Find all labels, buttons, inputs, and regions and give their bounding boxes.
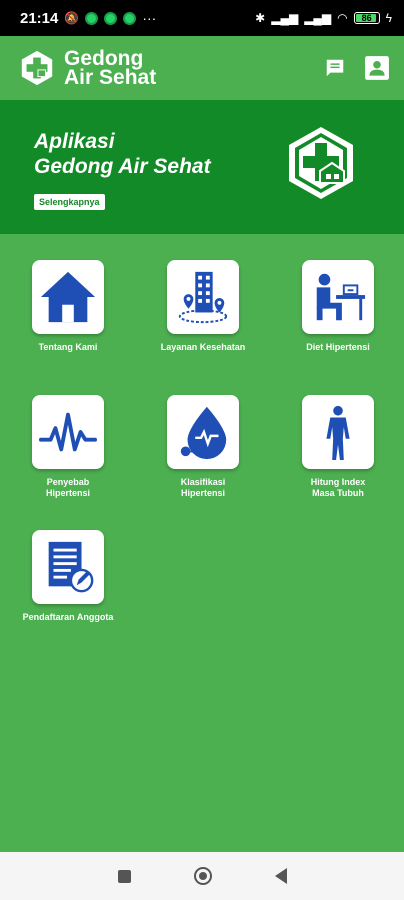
menu-tile[interactable]: [167, 260, 239, 334]
chat-icon[interactable]: [322, 55, 348, 81]
menu-label: Diet Hipertensi: [306, 342, 370, 352]
system-navigation-bar: [0, 852, 404, 900]
menu-tile[interactable]: [302, 260, 374, 334]
signal-icon: ▂▄▆: [271, 11, 299, 25]
bluetooth-icon: ✱: [255, 11, 266, 25]
menu-item-diet-hipertensi[interactable]: Diet Hipertensi: [283, 260, 393, 353]
menu-item-layanan-kesehatan[interactable]: Layanan Kesehatan: [148, 260, 258, 353]
registration-form-icon: [48, 541, 94, 593]
menu-tile[interactable]: [302, 395, 374, 469]
whatsapp-notification-icon: [85, 11, 99, 25]
wifi-icon: ◠: [337, 11, 348, 25]
more-notifications-icon: ···: [142, 10, 157, 26]
menu-item-tentang-kami[interactable]: Tentang Kami: [13, 260, 123, 353]
charging-icon: ϟ: [385, 11, 392, 25]
menu-item-pendaftaran-anggota[interactable]: Pendaftaran Anggota: [13, 530, 123, 623]
menu-tile[interactable]: [32, 260, 104, 334]
app-logo-icon: [21, 50, 53, 86]
heartbeat-icon: [39, 412, 97, 452]
recent-apps-icon[interactable]: [117, 869, 131, 883]
app-bar: Gedong Air Sehat: [0, 36, 404, 100]
menu-label: Pendaftaran Anggota: [22, 612, 114, 622]
menu-label: Klasifikasi Hipertensi: [180, 477, 226, 498]
home-icon: [40, 271, 96, 323]
mute-alarm-icon: 🔕: [64, 11, 80, 25]
home-button-icon[interactable]: [193, 867, 212, 885]
city-location-icon: [178, 271, 228, 324]
person-at-desk-icon: [316, 273, 366, 321]
app-title: Gedong Air Sehat: [64, 47, 157, 89]
battery-icon: 86: [353, 12, 380, 24]
blood-pressure-drop-icon: [180, 406, 227, 460]
menu-tile[interactable]: [167, 395, 239, 469]
menu-item-hitung-imt[interactable]: Hitung Index Masa Tubuh: [283, 395, 393, 499]
human-body-icon: [326, 405, 350, 461]
menu-tile[interactable]: [32, 395, 104, 469]
banner-subtitle: Gedong Air Sehat: [34, 155, 211, 178]
status-bar: 21:14 🔕 ··· ✱ ▂▄▆ ▂▄▆ ◠ 86 ϟ: [0, 0, 404, 36]
menu-item-penyebab-hipertensi[interactable]: Penyebab Hipertensi: [13, 395, 123, 499]
signal-icon: ▂▄▆: [304, 11, 332, 25]
menu-tile[interactable]: [32, 530, 104, 604]
whatsapp-notification-icon: [104, 11, 118, 25]
menu-item-klasifikasi-hipertensi[interactable]: Klasifikasi Hipertensi: [148, 395, 258, 499]
read-more-button[interactable]: Selengkapnya: [34, 194, 105, 210]
whatsapp-notification-icon: [123, 11, 137, 25]
banner-logo-icon: [289, 127, 353, 199]
menu-label: Tentang Kami: [38, 342, 98, 352]
menu-label: Hitung Index Masa Tubuh: [310, 477, 366, 498]
menu-label: Layanan Kesehatan: [160, 342, 246, 352]
status-time: 21:14: [20, 9, 59, 27]
back-icon[interactable]: [274, 868, 287, 884]
banner-title: Aplikasi: [34, 130, 115, 153]
menu-label: Penyebab Hipertensi: [45, 477, 90, 498]
profile-icon[interactable]: [364, 55, 390, 81]
